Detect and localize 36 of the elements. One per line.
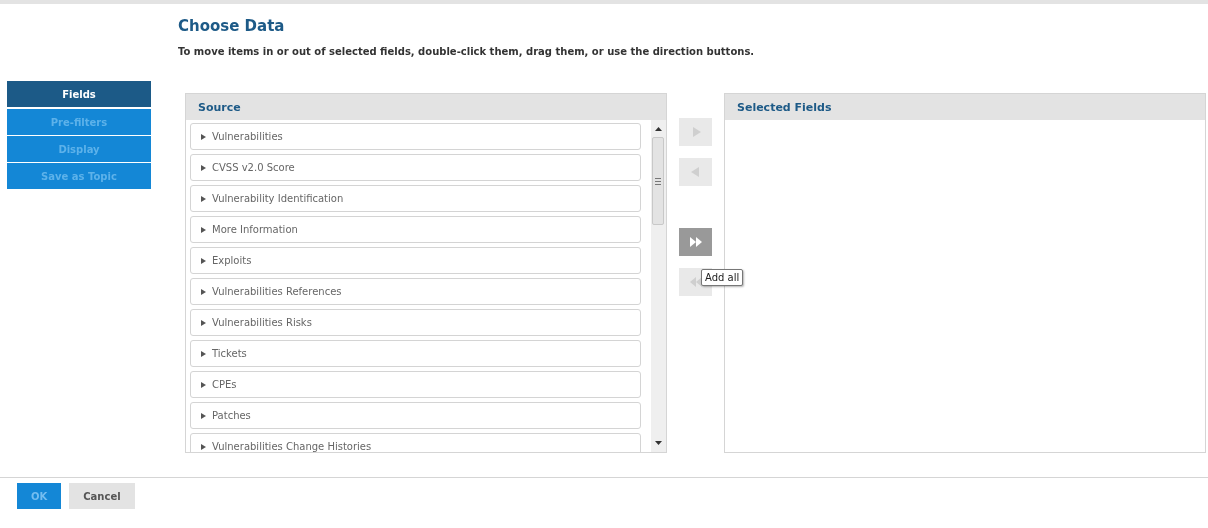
- item-label: Exploits: [212, 255, 252, 266]
- tooltip: Add all: [701, 269, 744, 286]
- field-group-item[interactable]: Exploits: [190, 247, 641, 274]
- item-label: More Information: [212, 224, 298, 235]
- double-right-arrow-icon: [688, 236, 703, 248]
- move-button[interactable]: [679, 228, 712, 256]
- field-group-item[interactable]: Patches: [190, 402, 641, 429]
- scrollbar-thumb[interactable]: [652, 137, 664, 225]
- item-label: CPEs: [212, 379, 237, 390]
- panel-title: Source: [198, 100, 241, 114]
- item-label: Tickets: [212, 348, 247, 359]
- field-group-item[interactable]: Vulnerabilities Risks: [190, 309, 641, 336]
- field-group-item[interactable]: Vulnerabilities: [190, 123, 641, 150]
- item-label: Vulnerabilities Risks: [212, 317, 312, 328]
- field-group-item[interactable]: More Information: [190, 216, 641, 243]
- item-label: Vulnerabilities: [212, 131, 283, 142]
- item-label: Vulnerabilities Change Histories: [212, 441, 372, 452]
- page-title: Choose Data: [178, 17, 285, 35]
- panel-title: Selected Fields: [737, 100, 832, 114]
- scrollbar[interactable]: [651, 120, 666, 452]
- field-group-item[interactable]: Tickets: [190, 340, 641, 367]
- sidebar-tab[interactable]: Fields: [7, 81, 151, 107]
- instructions-text: To move items in or out of selected fields, double-click them, drag them, or use the direction buttons.: [178, 46, 755, 57]
- field-group-item[interactable]: CPEs: [190, 371, 641, 398]
- field-group-item[interactable]: Vulnerabilities References: [190, 278, 641, 305]
- item-label: Vulnerabilities References: [212, 286, 342, 297]
- cancel-button[interactable]: Cancel: [69, 483, 135, 509]
- item-label: Patches: [212, 410, 251, 421]
- item-label: Vulnerability Identification: [212, 193, 344, 204]
- double-left-arrow-icon: [688, 276, 703, 288]
- scroll-down-icon[interactable]: [654, 440, 663, 446]
- field-group-item[interactable]: CVSS v2.0 Score: [190, 154, 641, 181]
- field-group-item[interactable]: Vulnerabilities Change Histories: [190, 433, 641, 452]
- item-label: CVSS v2.0 Score: [212, 162, 295, 173]
- field-group-item[interactable]: Vulnerability Identification: [190, 185, 641, 212]
- scroll-up-icon[interactable]: [654, 126, 663, 132]
